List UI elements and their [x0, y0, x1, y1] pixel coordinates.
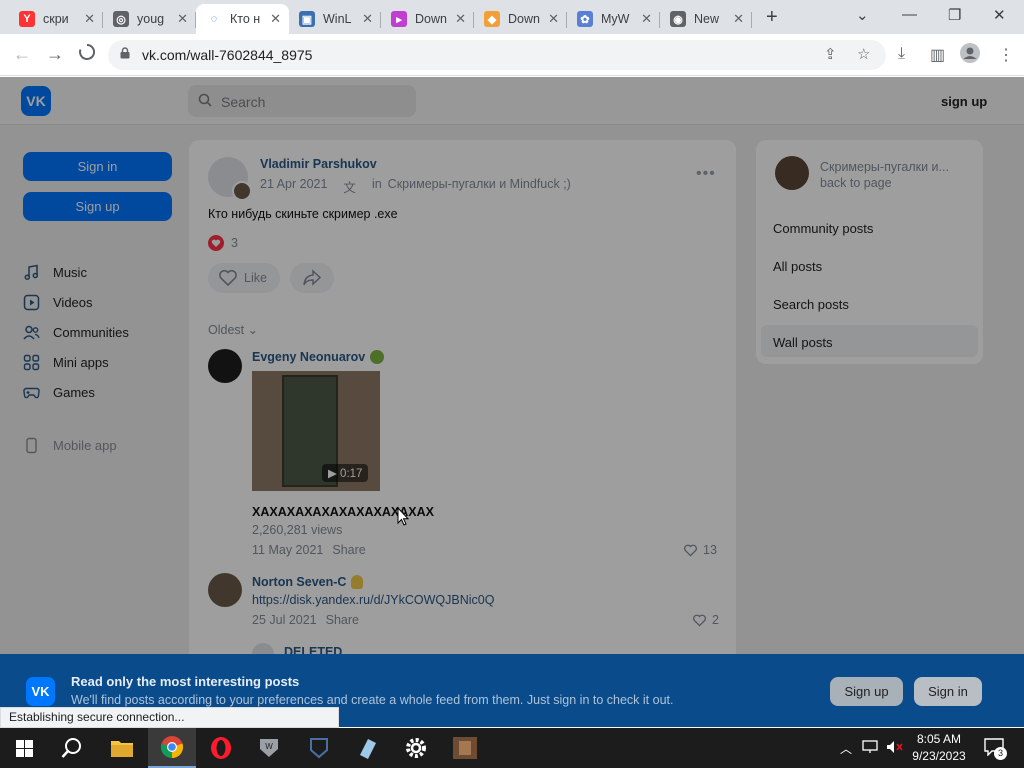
download-icon[interactable]: ⤓: [898, 45, 905, 63]
winlauncher-icon: ▣: [299, 11, 315, 27]
close-window-icon[interactable]: ✕: [993, 6, 1006, 24]
lock-icon[interactable]: [120, 47, 130, 59]
browser-tab[interactable]: ◆ Down ✕: [474, 4, 567, 34]
browser-status-bubble: Establishing secure connection...: [0, 707, 339, 728]
close-tab-icon[interactable]: ✕: [270, 11, 281, 27]
tab-title: Down: [508, 12, 540, 26]
warships-icon[interactable]: [295, 728, 343, 768]
browser-tab[interactable]: ◌ Кто н ✕: [196, 4, 289, 34]
download-site-icon: ◆: [484, 11, 500, 27]
tab-separator: [751, 12, 752, 28]
svg-text:W: W: [265, 742, 273, 751]
volume-muted-icon[interactable]: [886, 740, 904, 757]
system-clock[interactable]: 8:05 AM 9/23/2023: [908, 731, 970, 765]
search-icon[interactable]: [48, 728, 96, 768]
chrome-icon[interactable]: [148, 728, 196, 768]
banner-title: Read only the most interesting posts: [71, 674, 300, 689]
browser-menu-icon[interactable]: ⋮: [998, 45, 1014, 65]
tab-title: WinL: [323, 12, 352, 26]
notifications-icon[interactable]: 3: [984, 738, 1007, 760]
close-tab-icon[interactable]: ✕: [362, 11, 373, 27]
chrome-icon: ◉: [670, 11, 686, 27]
tab-title: Down: [415, 12, 447, 26]
tab-title: youg: [137, 12, 165, 26]
browser-tab[interactable]: ✿ MyW ✕: [567, 4, 660, 34]
browser-tab[interactable]: ▸ Down ✕: [381, 4, 474, 34]
browser-tab[interactable]: ▣ WinL ✕: [289, 4, 381, 34]
tab-title: New: [694, 12, 720, 26]
side-panel-icon[interactable]: ▥: [930, 45, 945, 65]
browser-toolbar: ← → vk.com/wall-7602844_8975 ⇪ ☆ ⤓ ▥ ⋮: [0, 34, 1024, 76]
url-text[interactable]: vk.com/wall-7602844_8975: [142, 47, 312, 63]
new-tab-button[interactable]: +: [766, 6, 778, 29]
restore-icon[interactable]: ❐: [948, 6, 961, 24]
banner-sign-in-button[interactable]: Sign in: [914, 677, 982, 706]
minimize-icon[interactable]: —: [902, 6, 917, 23]
mouse-cursor-icon: [397, 507, 409, 526]
show-hidden-icons-icon[interactable]: ︿: [840, 740, 852, 757]
modal-dim-overlay[interactable]: [0, 77, 1024, 727]
file-explorer-icon[interactable]: [98, 728, 146, 768]
download-app-icon: ▸: [391, 11, 407, 27]
forward-icon[interactable]: →: [46, 44, 64, 65]
browser-tab[interactable]: Yскри ✕: [9, 4, 103, 34]
start-icon[interactable]: [0, 728, 48, 768]
close-tab-icon[interactable]: ✕: [548, 11, 559, 27]
vk-logo-icon: VK: [26, 677, 55, 706]
clock-time: 8:05 AM: [916, 732, 962, 746]
tab-title: MyW: [601, 12, 630, 26]
close-tab-icon[interactable]: ✕: [733, 11, 744, 27]
tab-strip: Yскри ✕ ◎ youg ✕ ◌ Кто н ✕ ▣ WinL ✕ ▸ Down ✕ ◆ Down ✕ ✿ My…: [0, 0, 1024, 34]
yandex-icon: Y: [19, 11, 35, 27]
banner-text: We'll find posts according to your prefe…: [71, 693, 674, 707]
wot-icon[interactable]: W: [245, 728, 293, 768]
clock-date: 9/23/2023: [912, 749, 966, 763]
settings-icon[interactable]: [392, 728, 440, 768]
close-tab-icon[interactable]: ✕: [177, 11, 188, 27]
network-icon[interactable]: [862, 740, 878, 757]
globe-icon: ◎: [113, 11, 129, 27]
stop-loading-icon[interactable]: [78, 43, 96, 66]
browser-tab[interactable]: ◎ youg ✕: [103, 4, 196, 34]
back-icon[interactable]: ←: [13, 44, 31, 65]
game-icon[interactable]: [441, 728, 489, 768]
close-tab-icon[interactable]: ✕: [84, 11, 95, 27]
notepad-icon[interactable]: [343, 728, 391, 768]
share-icon[interactable]: ⇪: [824, 45, 837, 63]
address-bar[interactable]: vk.com/wall-7602844_8975 ⇪ ☆: [108, 40, 886, 70]
tab-title: скри: [43, 12, 69, 26]
close-tab-icon[interactable]: ✕: [455, 11, 466, 27]
myw-icon: ✿: [577, 11, 593, 27]
opera-icon[interactable]: [197, 728, 245, 768]
profile-avatar-icon[interactable]: [960, 43, 980, 68]
tab-title: Кто н: [230, 12, 261, 26]
browser-tab[interactable]: ◉ New ✕: [660, 4, 752, 34]
notification-count: 3: [994, 747, 1007, 760]
loading-spinner-icon: ◌: [210, 13, 218, 25]
tab-search-icon[interactable]: ⌄: [856, 6, 869, 24]
close-tab-icon[interactable]: ✕: [641, 11, 652, 27]
bookmark-star-icon[interactable]: ☆: [857, 45, 870, 63]
windows-taskbar: W ︿ 8:05 AM 9/23/2023 3: [0, 728, 1024, 768]
banner-sign-up-button[interactable]: Sign up: [830, 677, 903, 706]
